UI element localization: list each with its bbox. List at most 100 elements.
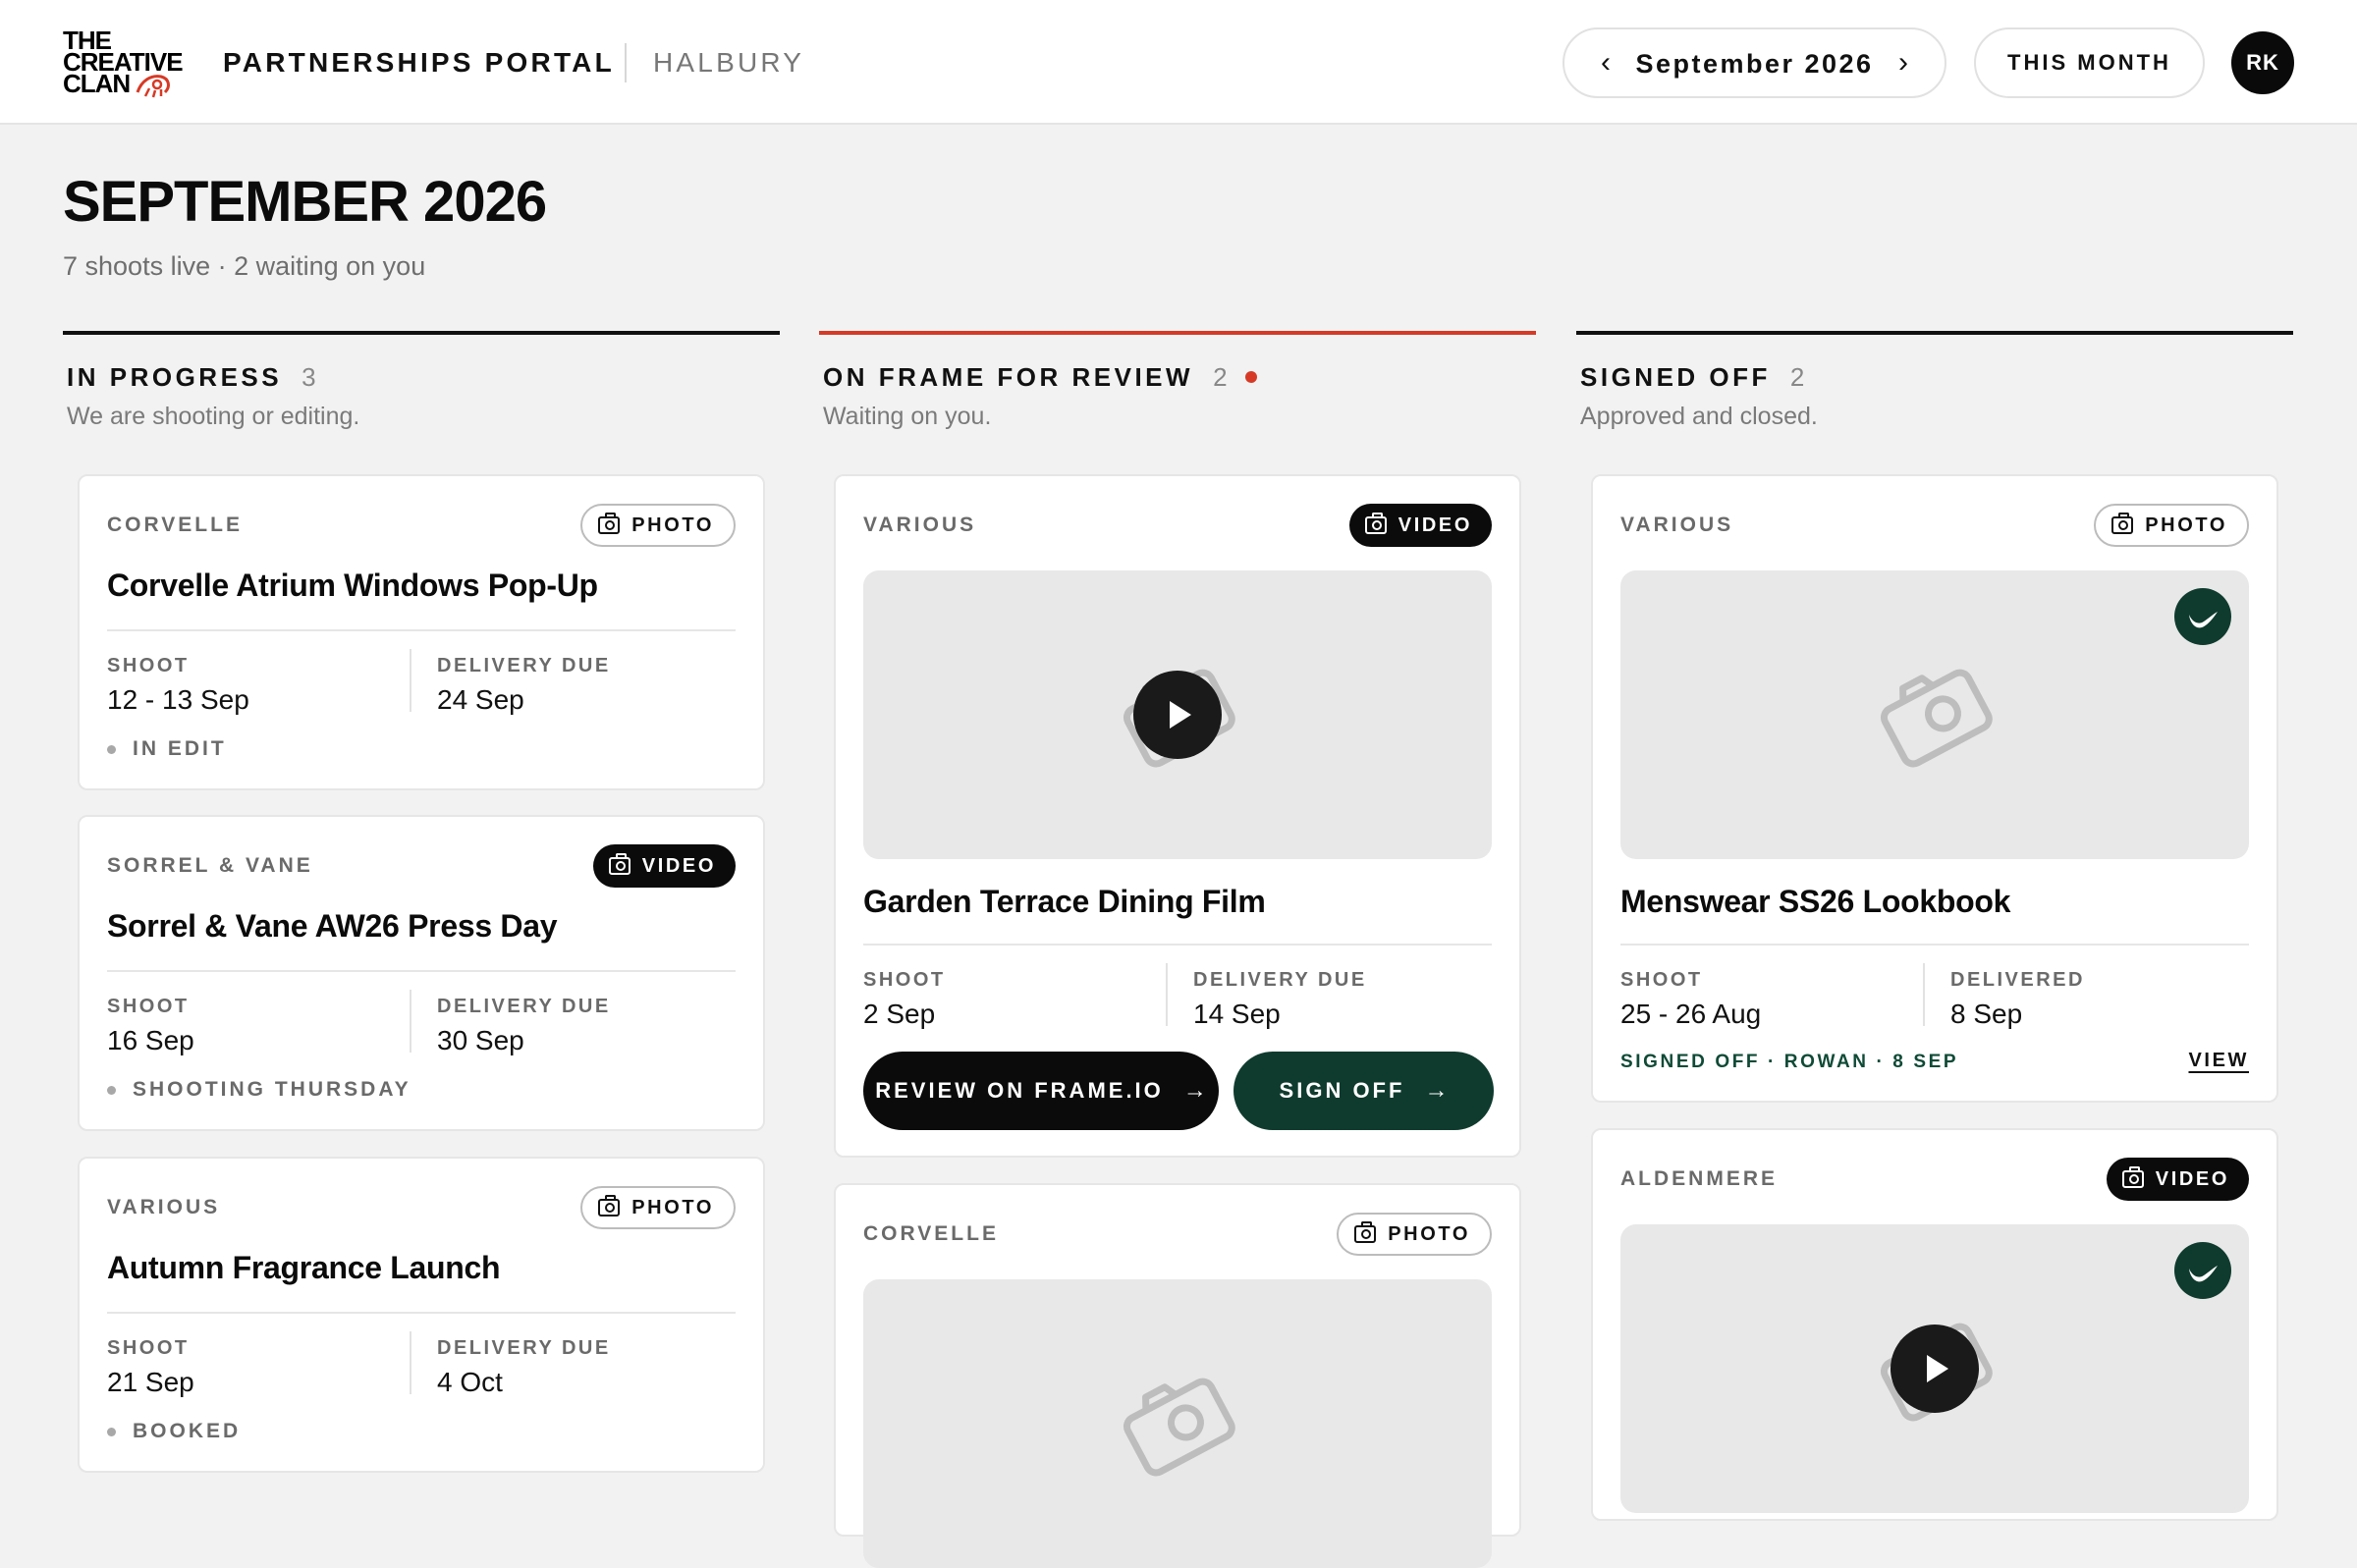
camera-icon [1364, 513, 1387, 534]
play-icon[interactable] [1891, 1325, 1979, 1413]
shoot-card[interactable]: VARIOUS PHOTO Menswear SS26 Lookbook SHO… [1591, 474, 2278, 1103]
video-thumbnail[interactable] [1620, 1224, 2249, 1513]
this-month-button[interactable]: THIS MONTH [1974, 27, 2205, 98]
column-signed-off: SIGNED OFF 2 Approved and closed. VARIOU… [1576, 331, 2293, 1521]
column-description: Approved and closed. [1580, 403, 1818, 430]
status-badge: IN EDIT [107, 737, 227, 761]
shoot-date: 2 Sep [863, 999, 936, 1029]
column-header: SIGNED OFF 2 [1576, 359, 2293, 395]
camera-icon [598, 1195, 621, 1217]
card-brand: SORREL & VANE [107, 854, 313, 877]
shoot-label: SHOOT [107, 996, 190, 1017]
delivery-label: DELIVERY DUE [1193, 969, 1367, 991]
shoot-card[interactable]: VARIOUS PHOTO Autumn Fragrance Launch SH… [78, 1157, 765, 1473]
meta-separator [1923, 963, 1925, 1026]
video-thumbnail[interactable] [863, 570, 1492, 859]
user-avatar[interactable]: RK [2231, 31, 2294, 94]
camera-icon [598, 513, 621, 534]
card-divider [1620, 944, 2249, 946]
camera-placeholder-icon [1880, 669, 1993, 768]
view-link[interactable]: VIEW [2188, 1050, 2249, 1072]
page-subtitle: 7 shoots live · 2 waiting on you [63, 251, 426, 281]
column-count: 3 [301, 361, 316, 392]
delivery-label: DELIVERY DUE [437, 996, 611, 1017]
column-rule [819, 331, 1536, 335]
meta-separator [410, 990, 411, 1053]
shoot-label: SHOOT [107, 1337, 190, 1359]
shoot-date: 21 Sep [107, 1367, 194, 1397]
media-type-tag: VIDEO [592, 844, 736, 888]
photo-thumbnail[interactable] [1620, 570, 2249, 859]
media-type-tag: PHOTO [1337, 1213, 1492, 1256]
card-divider [107, 970, 736, 972]
shoot-card[interactable]: SORREL & VANE VIDEO Sorrel & Vane AW26 P… [78, 815, 765, 1131]
tag-label: PHOTO [2145, 514, 2227, 536]
column-title: ON FRAME FOR REVIEW [823, 361, 1194, 392]
shoot-card[interactable]: ALDENMERE VIDEO [1591, 1128, 2278, 1521]
signed-off-check-icon [2174, 1242, 2231, 1299]
card-brand: VARIOUS [107, 1196, 221, 1218]
card-brand: VARIOUS [1620, 514, 1734, 536]
month-switcher: ‹ September 2026 › [1562, 27, 1946, 98]
column-header: IN PROGRESS 3 [63, 359, 780, 395]
card-title: Garden Terrace Dining Film [863, 884, 1266, 919]
delivered-date: 8 Sep [1950, 999, 2023, 1029]
logo-mark-icon [136, 75, 170, 98]
shoot-card[interactable]: CORVELLE PHOTO Corvelle Atrium Windows P… [78, 474, 765, 790]
camera-icon [608, 853, 630, 875]
signed-off-note: SIGNED OFF · ROWAN · 8 SEP [1620, 1052, 1959, 1072]
shoot-label: SHOOT [107, 655, 190, 676]
card-title: Autumn Fragrance Launch [107, 1250, 501, 1285]
card-title: Sorrel & Vane AW26 Press Day [107, 908, 558, 944]
photo-thumbnail[interactable] [863, 1279, 1492, 1568]
camera-placeholder-icon [1123, 1378, 1235, 1477]
shoot-card[interactable]: VARIOUS VIDEO Garden Terrace Dining Film… [834, 474, 1521, 1158]
card-divider [107, 629, 736, 631]
page-title: SEPTEMBER 2026 [63, 170, 547, 234]
tag-label: PHOTO [631, 514, 714, 536]
tag-label: PHOTO [631, 1196, 714, 1218]
column-rule [1576, 331, 2293, 335]
column-on-frame-for-review: ON FRAME FOR REVIEW 2 Waiting on you. VA… [819, 331, 1536, 1568]
media-type-tag: PHOTO [580, 1186, 736, 1229]
portal-title: PARTNERSHIPS PORTAL [223, 47, 615, 78]
review-on-frameio-button[interactable]: REVIEW ON FRAME.IO → [863, 1052, 1219, 1130]
meta-separator [1166, 963, 1168, 1026]
delivery-label: DELIVERY DUE [437, 1337, 611, 1359]
shoot-date: 12 - 13 Sep [107, 684, 249, 715]
card-brand: VARIOUS [863, 514, 977, 536]
arrow-right-icon: → [1424, 1077, 1449, 1104]
shoot-label: SHOOT [863, 969, 946, 991]
delivery-label: DELIVERY DUE [437, 655, 611, 676]
shoot-date: 25 - 26 Aug [1620, 999, 1762, 1029]
media-type-tag: PHOTO [2094, 504, 2249, 547]
card-brand: ALDENMERE [1620, 1167, 1779, 1190]
tag-label: VIDEO [1398, 514, 1472, 536]
card-brand: CORVELLE [863, 1222, 999, 1245]
column-header: ON FRAME FOR REVIEW 2 [819, 359, 1536, 395]
chevron-right-icon[interactable]: › [1882, 41, 1925, 84]
media-type-tag: VIDEO [2106, 1158, 2249, 1201]
shoot-date: 16 Sep [107, 1025, 194, 1055]
media-type-tag: VIDEO [1348, 504, 1492, 547]
delivered-label: DELIVERED [1950, 969, 2085, 991]
delivery-date: 30 Sep [437, 1025, 524, 1055]
delivery-date: 24 Sep [437, 684, 524, 715]
card-title: Menswear SS26 Lookbook [1620, 884, 2011, 919]
brand-logo[interactable]: THE CREATIVE CLAN [63, 27, 200, 98]
media-type-tag: PHOTO [580, 504, 736, 547]
arrow-right-icon: → [1182, 1077, 1207, 1104]
delivery-date: 14 Sep [1193, 999, 1281, 1029]
card-brand: CORVELLE [107, 514, 243, 536]
delivery-date: 4 Oct [437, 1367, 503, 1397]
play-icon[interactable] [1133, 671, 1222, 759]
card-divider [107, 1312, 736, 1314]
attention-dot-icon [1244, 371, 1257, 383]
client-name: HALBURY [653, 47, 805, 78]
column-rule [63, 331, 780, 335]
column-description: We are shooting or editing. [67, 403, 360, 430]
header-divider [625, 43, 627, 82]
shoot-label: SHOOT [1620, 969, 1703, 991]
sign-off-button[interactable]: SIGN OFF → [1233, 1052, 1494, 1130]
shoot-card[interactable]: CORVELLE PHOTO [834, 1183, 1521, 1568]
